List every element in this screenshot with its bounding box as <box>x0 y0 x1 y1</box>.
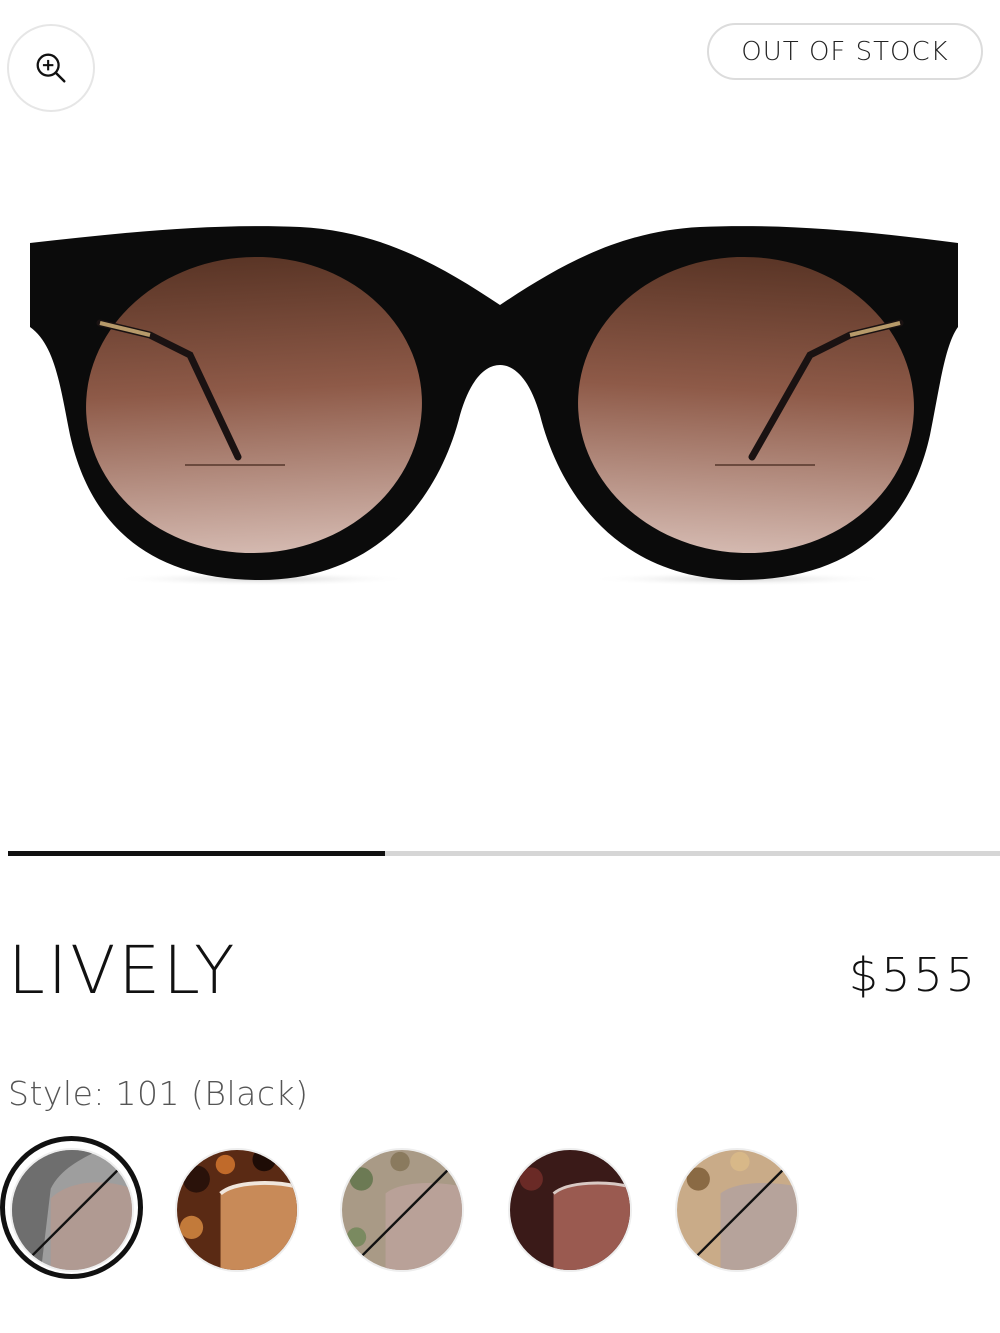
color-swatch-dark-red[interactable] <box>508 1148 632 1272</box>
out-of-stock-badge: OUT OF STOCK <box>707 23 983 80</box>
color-swatch-honey-tortoise[interactable] <box>675 1148 799 1272</box>
swatch-tortoise-image <box>177 1150 297 1270</box>
color-swatch-black[interactable] <box>10 1148 134 1272</box>
gallery-progress-fill <box>8 851 385 856</box>
zoom-button[interactable] <box>7 24 95 112</box>
color-swatch-green-tortoise[interactable] <box>340 1148 464 1272</box>
swatch-green-tortoise-image <box>342 1150 462 1270</box>
product-price: $555 <box>848 948 978 1002</box>
gallery-progress-bar <box>8 851 1000 856</box>
swatch-black-image <box>12 1150 132 1270</box>
zoom-in-icon <box>36 53 66 83</box>
style-line: Style: 101 (Black) <box>8 1077 309 1110</box>
style-value: 101 (Black) <box>115 1074 309 1113</box>
swatch-dark-red-image <box>510 1150 630 1270</box>
color-swatch-tortoise[interactable] <box>175 1148 299 1272</box>
style-label: Style: <box>8 1074 106 1113</box>
product-image[interactable] <box>0 195 1000 615</box>
product-name: LIVELY <box>8 932 238 1009</box>
swatch-honey-tortoise-image <box>677 1150 797 1270</box>
sunglasses-image <box>30 226 958 586</box>
